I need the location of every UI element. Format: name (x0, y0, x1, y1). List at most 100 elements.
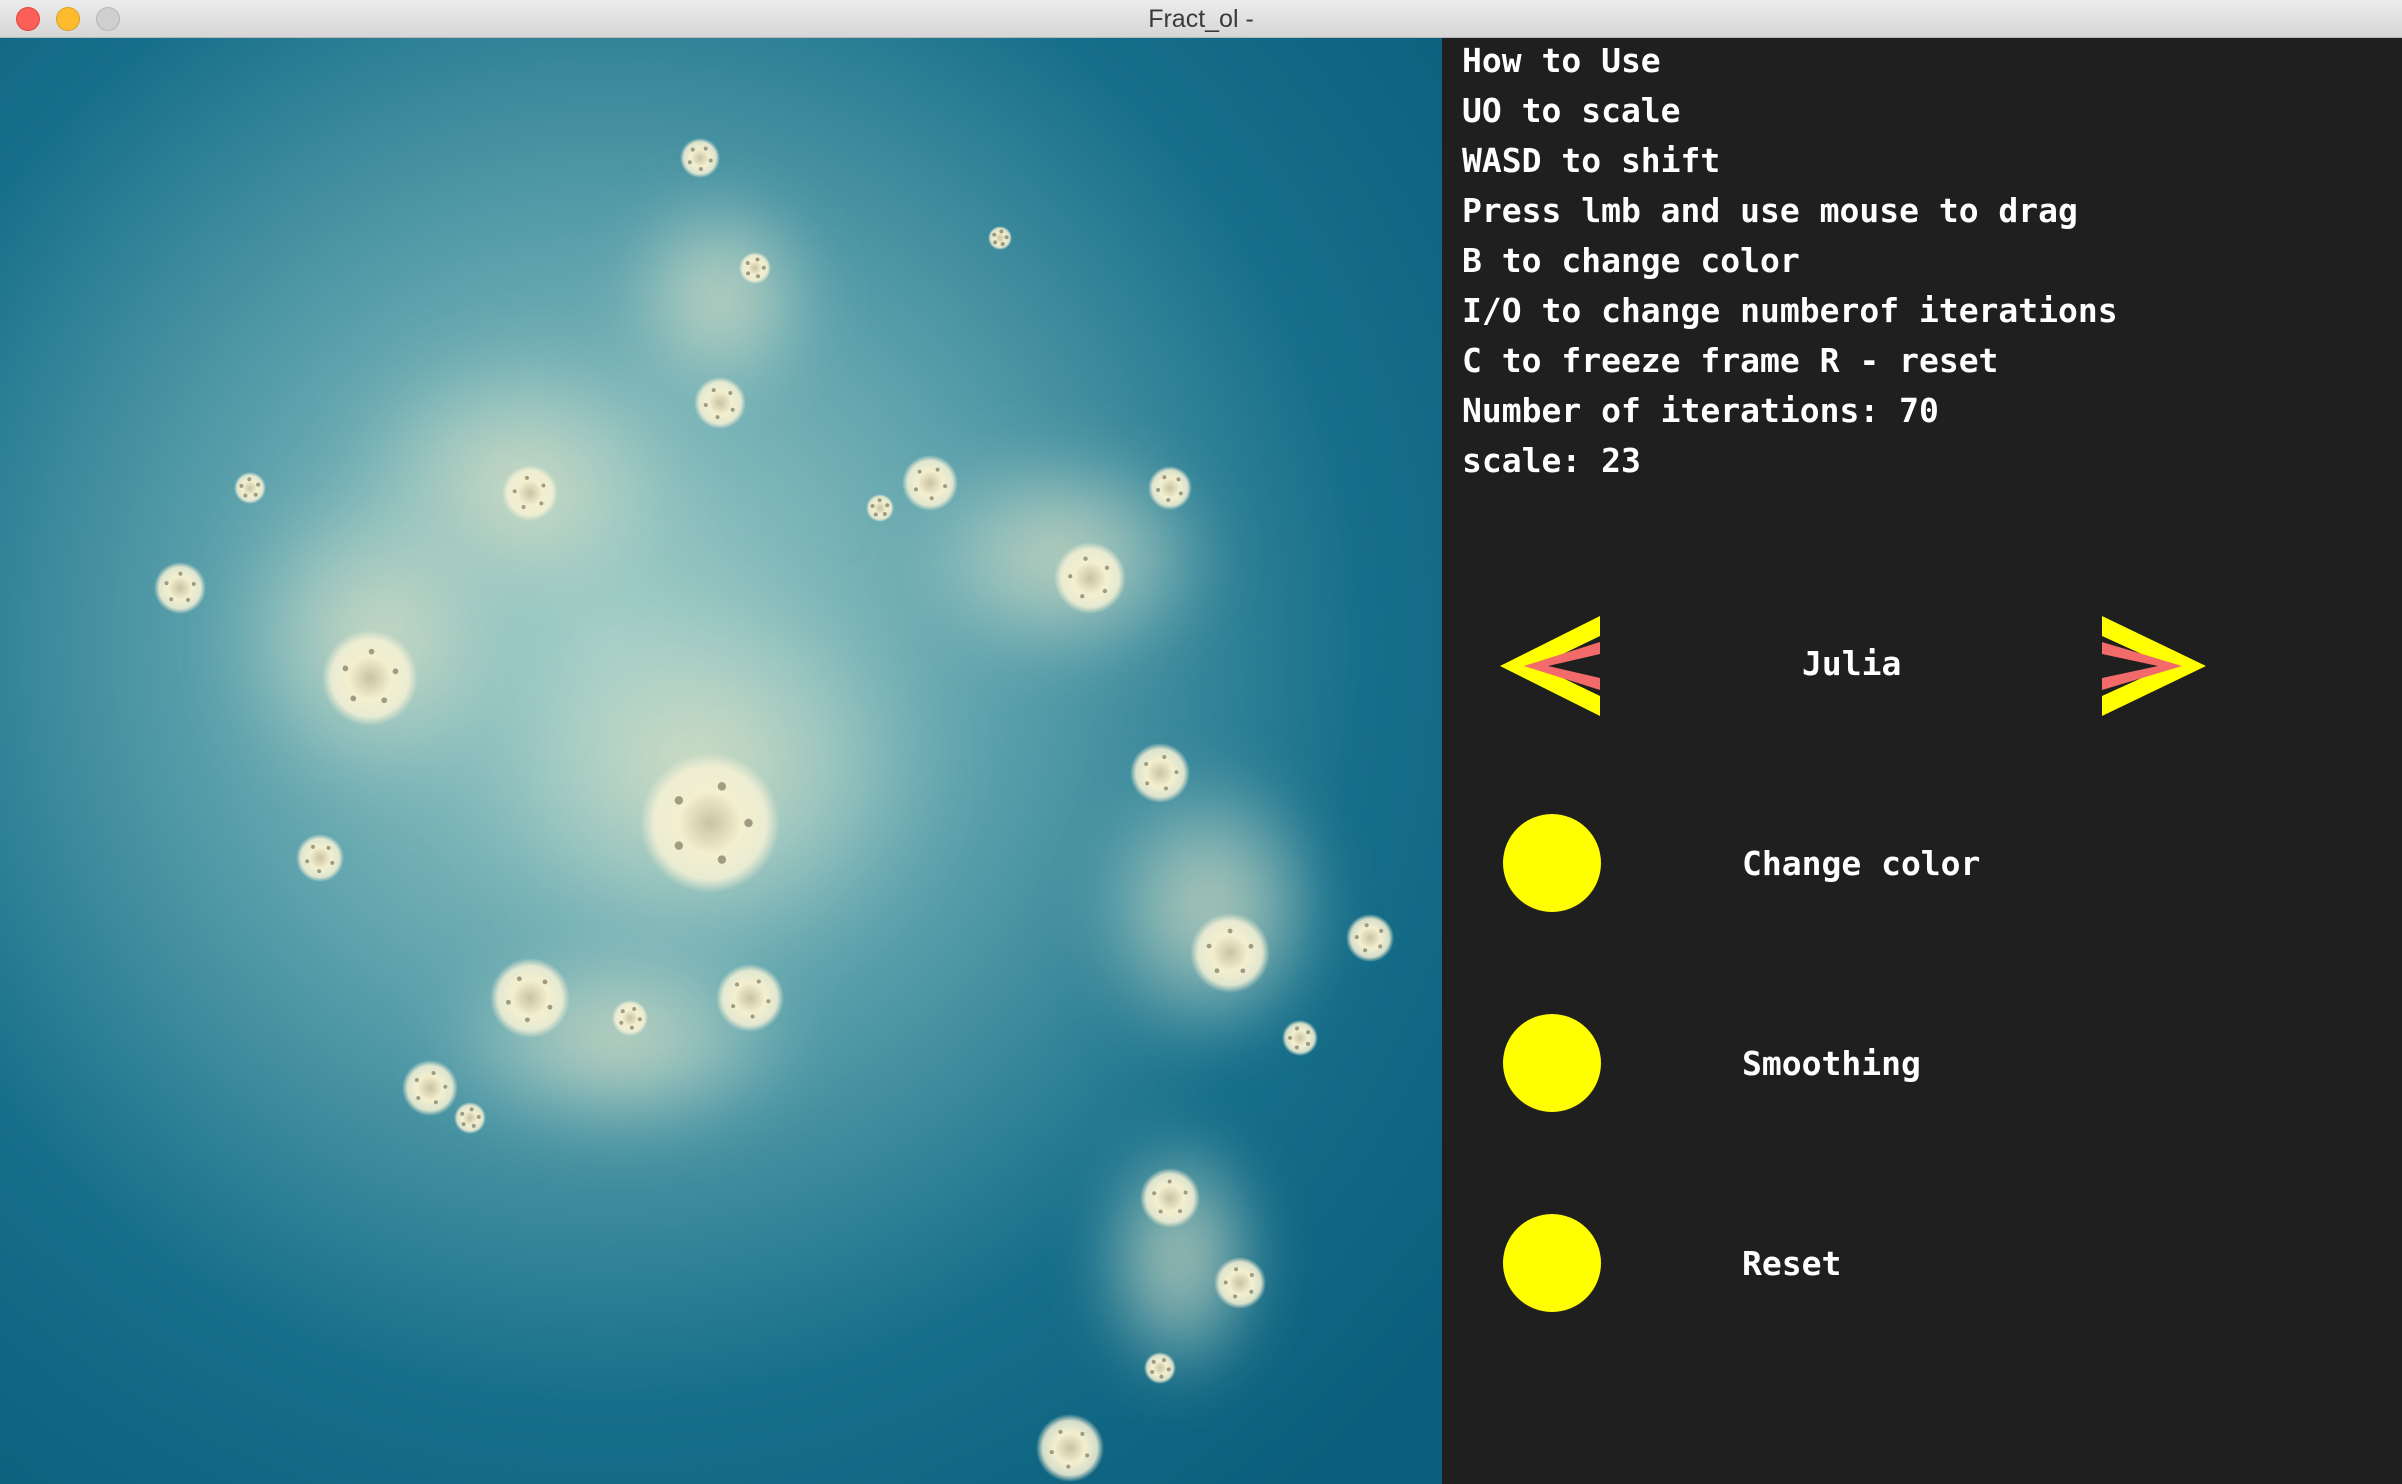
fractal-detail-dot (524, 475, 529, 480)
fractal-detail-dot (873, 512, 878, 517)
fractal-detail-dot (703, 403, 708, 408)
fractal-detail-dot (524, 1017, 530, 1023)
fractal-detail-dot (461, 1122, 466, 1127)
fractal-bloom (154, 562, 206, 614)
fractal-detail-dot (755, 274, 760, 279)
fractal-detail-dot (703, 146, 708, 151)
fractal-detail-dot (381, 697, 388, 704)
help-shift-text: WASD to shift (1462, 141, 1721, 180)
fractal-detail-dot (326, 845, 331, 850)
fractal-detail-dot (330, 860, 335, 865)
fractal-detail-dot (1354, 935, 1359, 940)
fractal-detail-dot (761, 265, 766, 270)
fractal-detail-dot (877, 498, 882, 503)
chevron-right-icon (2102, 616, 2206, 716)
fractal-bloom (1054, 542, 1126, 614)
fractal-detail-dot (730, 407, 735, 412)
fractal-detail-dot (431, 1071, 436, 1076)
fractal-detail-dot (1161, 1358, 1166, 1363)
fractal-bloom (1148, 466, 1192, 510)
title-bar: Fract_ol - (0, 0, 2402, 38)
fractal-bloom (1140, 1168, 1200, 1228)
fractal-detail-dot (1249, 1289, 1254, 1294)
fractal-detail-dot (744, 818, 753, 828)
fractal-detail-dot (766, 999, 771, 1004)
fractal-detail-dot (506, 999, 511, 1005)
fractal-bloom (866, 494, 894, 522)
fractal-detail-dot (1248, 943, 1254, 949)
fractal-bloom (402, 1060, 458, 1116)
fractal-detail-dot (992, 232, 997, 237)
fractal-detail-dot (735, 982, 740, 987)
fractal-detail-dot (1049, 1450, 1054, 1455)
fractal-detail-dot (541, 483, 546, 488)
reset-button[interactable] (1503, 1214, 1601, 1312)
prev-fractal-button[interactable] (1500, 616, 1604, 716)
fractal-detail-dot (433, 1100, 438, 1105)
window-title: Fract_ol - (1148, 5, 1254, 33)
fractal-detail-dot (917, 469, 922, 474)
fractal-detail-dot (469, 1107, 474, 1112)
fractal-detail-dot (317, 869, 322, 874)
change-color-button[interactable] (1503, 814, 1601, 912)
fractal-detail-dot (1306, 1030, 1311, 1035)
fractal-bloom (296, 834, 344, 882)
fractal-detail-dot (1159, 1374, 1164, 1379)
fractal-detail-dot (698, 166, 703, 171)
fractal-detail-dot (1206, 943, 1212, 949)
fractal-detail-dot (999, 229, 1004, 234)
fractal-detail-dot (310, 844, 315, 849)
fractal-detail-dot (256, 482, 261, 487)
fractal-detail-dot (1174, 770, 1179, 775)
fractal-bloom (1036, 1414, 1104, 1482)
fractal-bloom (680, 138, 720, 178)
help-color-text: B to change color (1462, 241, 1800, 280)
fractal-detail-dot (1000, 242, 1005, 247)
chevron-left-icon (1500, 616, 1600, 716)
help-iterations-text: I/O to change numberof iterations (1462, 291, 2118, 330)
fractal-detail-dot (1145, 781, 1150, 786)
fractal-detail-dot (1144, 762, 1149, 767)
fractal-bloom (454, 1102, 486, 1134)
fractal-detail-dot (414, 1077, 419, 1082)
fractal-detail-dot (1183, 1190, 1188, 1195)
fractal-detail-dot (1214, 968, 1220, 974)
fractal-bloom (716, 964, 784, 1032)
fractal-detail-dot (690, 147, 695, 152)
fractal-detail-dot (1150, 1370, 1155, 1375)
fractal-detail-dot (619, 1020, 624, 1025)
fractal-canvas[interactable] (0, 38, 1442, 1484)
fractal-detail-dot (350, 695, 357, 702)
fractal-detail-dot (1151, 1359, 1156, 1364)
fractal-detail-dot (1162, 475, 1167, 480)
change-color-label: Change color (1742, 844, 1981, 883)
fractal-detail-dot (1178, 491, 1183, 496)
fractal-detail-dot (1158, 1209, 1163, 1214)
fractal-detail-dot (715, 415, 720, 420)
fractal-detail-dot (1176, 477, 1181, 482)
next-fractal-button[interactable] (2102, 616, 2206, 716)
fractal-detail-dot (191, 582, 196, 587)
smoothing-button[interactable] (1503, 1014, 1601, 1112)
fractal-detail-dot (637, 1017, 642, 1022)
fractal-detail-dot (1083, 556, 1088, 561)
fractal-bloom (1144, 1352, 1176, 1384)
fractal-bloom (502, 465, 558, 521)
help-drag-text: Press lmb and use mouse to drag (1462, 191, 2078, 230)
fractal-detail-dot (521, 505, 526, 510)
julia-fractal-render[interactable] (0, 38, 1442, 1484)
fractal-detail-dot (443, 1084, 448, 1089)
fractal-detail-dot (882, 512, 887, 517)
fractal-detail-dot (1152, 1191, 1157, 1196)
fractal-detail-dot (870, 503, 875, 508)
fractal-bloom (694, 377, 746, 429)
fractal-detail-dot (1295, 1026, 1300, 1031)
fractal-detail-dot (547, 1004, 553, 1010)
fractal-detail-dot (239, 483, 244, 488)
fractal-detail-dot (512, 489, 517, 494)
fractal-detail-dot (1378, 944, 1383, 949)
fractal-detail-dot (1080, 1431, 1085, 1436)
fractal-detail-dot (1363, 948, 1368, 953)
fractal-detail-dot (1288, 1035, 1293, 1040)
fractal-detail-dot (756, 979, 761, 984)
